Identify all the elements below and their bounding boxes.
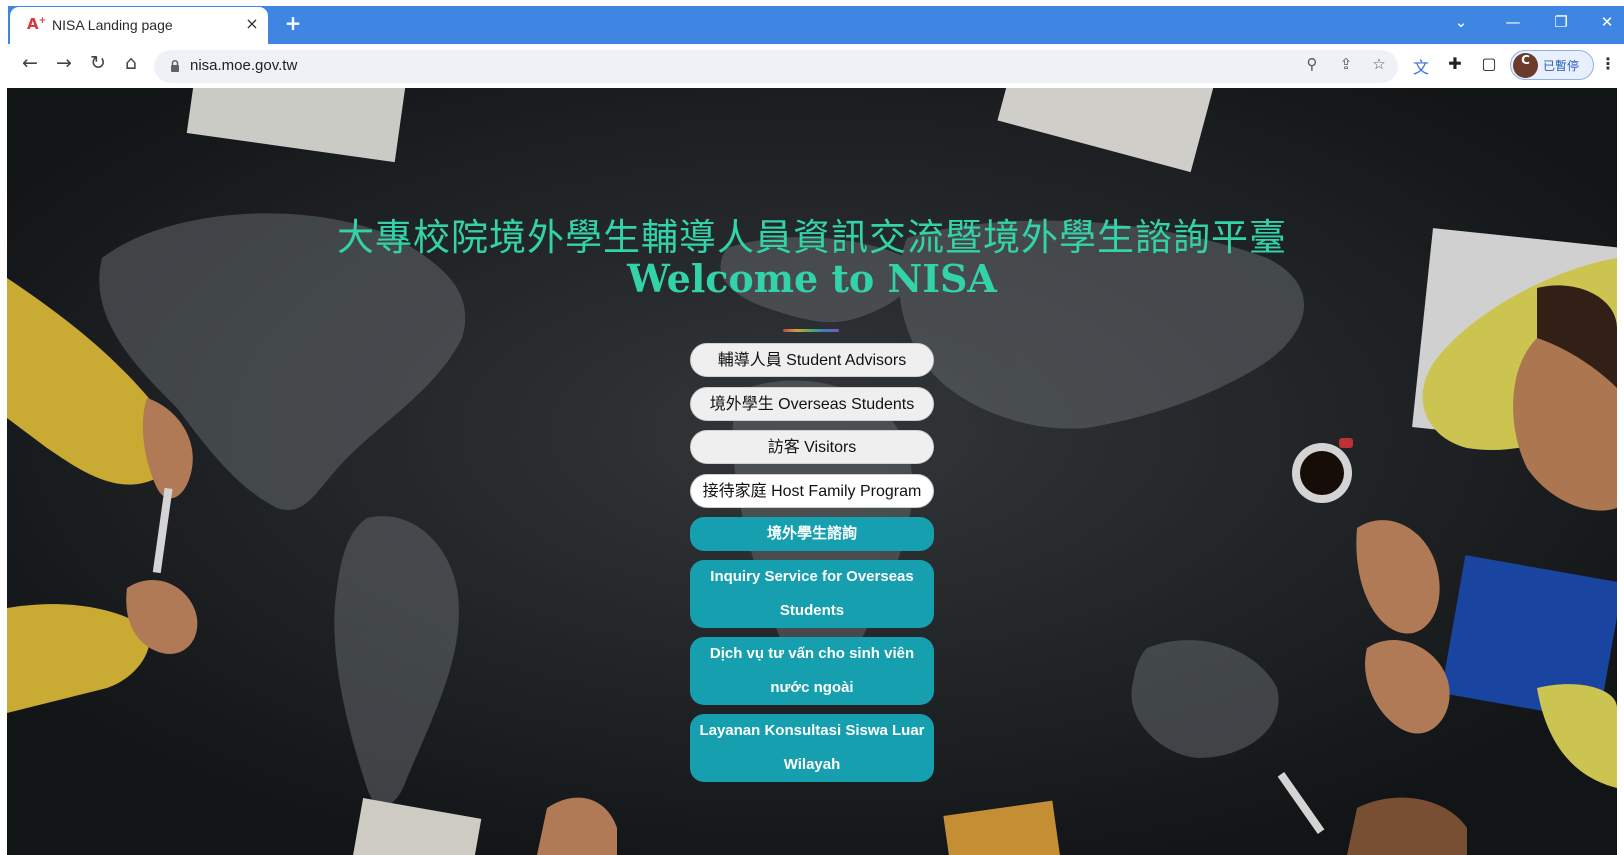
- browser-tab-active[interactable]: A+ NISA Landing page ×: [10, 7, 268, 44]
- avatar: C: [1513, 53, 1538, 78]
- lock-icon: [171, 59, 179, 72]
- tab-title: NISA Landing page: [52, 17, 173, 33]
- page-viewport: 大專校院境外學生輔導人員資訊交流暨境外學生諮詢平臺 Welcome to NIS…: [7, 88, 1617, 855]
- forward-icon[interactable]: →: [50, 52, 78, 80]
- browser-toolbar: ← → ↻ ⌂ nisa.moe.gov.tw ⚲ ⇪ ☆ 文 ✚ ▢ C 已暫…: [0, 44, 1624, 87]
- page-edge: [1617, 88, 1624, 855]
- menu-icon[interactable]: ⋮: [1600, 54, 1616, 78]
- tab-search-icon[interactable]: ⌄: [1447, 10, 1475, 34]
- inquiry-vietnamese-button[interactable]: Dịch vụ tư vấn cho sinh viên nước ngoài: [690, 637, 934, 705]
- url-text[interactable]: nisa.moe.gov.tw: [190, 57, 297, 74]
- reload-icon[interactable]: ↻: [84, 52, 112, 80]
- browser-tabstrip: A+ NISA Landing page × + ⌄ — ❐ ✕: [0, 0, 1624, 44]
- inquiry-chinese-button[interactable]: 境外學生諮詢: [690, 517, 934, 551]
- new-tab-icon[interactable]: +: [282, 12, 304, 34]
- extensions-icon[interactable]: ✚: [1443, 54, 1467, 78]
- host-family-program-button[interactable]: 接待家庭 Host Family Program: [690, 474, 934, 508]
- zoom-icon[interactable]: ⚲: [1300, 55, 1324, 79]
- share-icon[interactable]: ⇪: [1334, 55, 1358, 79]
- restore-icon[interactable]: ❐: [1547, 10, 1575, 34]
- page-title-english: Welcome to NISA: [627, 256, 997, 301]
- minimize-icon[interactable]: —: [1499, 10, 1527, 34]
- close-window-icon[interactable]: ✕: [1593, 10, 1621, 34]
- nisa-favicon-icon: A+: [27, 15, 47, 33]
- visitors-button[interactable]: 訪客 Visitors: [690, 430, 934, 464]
- page-title-chinese: 大專校院境外學生輔導人員資訊交流暨境外學生諮詢平臺: [337, 216, 1287, 259]
- home-icon[interactable]: ⌂: [117, 52, 145, 80]
- back-icon[interactable]: ←: [16, 52, 44, 80]
- side-panel-icon[interactable]: ▢: [1477, 54, 1501, 78]
- bookmark-star-icon[interactable]: ☆: [1367, 55, 1391, 79]
- student-advisors-button[interactable]: 輔導人員 Student Advisors: [690, 343, 934, 377]
- tab-close-icon[interactable]: ×: [242, 14, 262, 34]
- overseas-students-button[interactable]: 境外學生 Overseas Students: [690, 387, 934, 421]
- profile-button[interactable]: C 已暫停: [1510, 50, 1594, 80]
- inquiry-indonesian-button[interactable]: Layanan Konsultasi Siswa Luar Wilayah: [690, 714, 934, 782]
- inquiry-english-button[interactable]: Inquiry Service for Overseas Students: [690, 560, 934, 628]
- translate-icon[interactable]: 文: [1409, 54, 1433, 78]
- profile-status-label: 已暫停: [1543, 59, 1580, 73]
- title-divider: [783, 329, 839, 332]
- address-bar[interactable]: nisa.moe.gov.tw ⚲ ⇪ ☆: [154, 50, 1398, 83]
